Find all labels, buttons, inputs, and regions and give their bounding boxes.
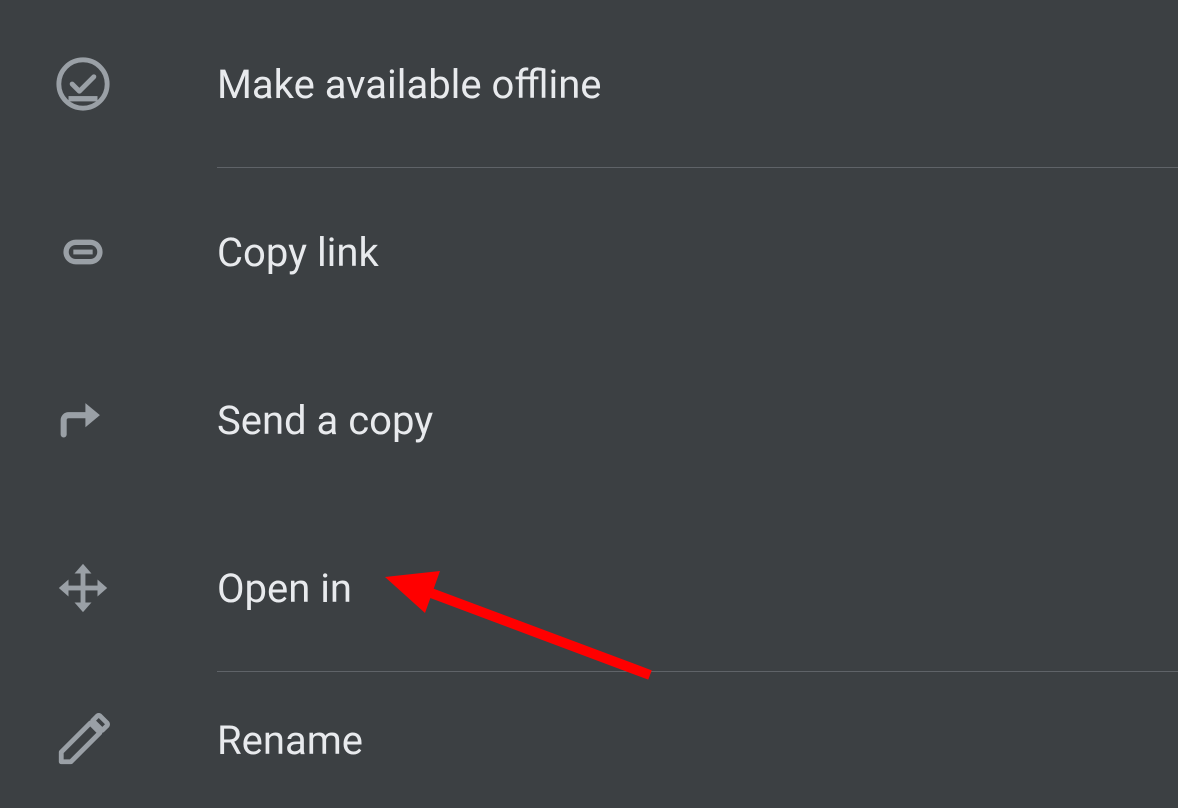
menu-item-label: Make available offline <box>217 61 602 108</box>
menu-item-label: Open in <box>217 565 352 612</box>
link-icon <box>0 223 165 281</box>
menu-item-label: Copy link <box>217 229 379 276</box>
menu-item-rename[interactable]: Rename <box>0 672 1178 808</box>
move-arrows-icon <box>0 559 165 617</box>
share-arrow-icon <box>0 391 165 449</box>
pencil-icon <box>0 711 165 769</box>
menu-item-make-available-offline[interactable]: Make available offline <box>0 0 1178 168</box>
menu-item-label: Rename <box>217 717 363 764</box>
menu-item-send-a-copy[interactable]: Send a copy <box>0 336 1178 504</box>
offline-check-icon <box>0 55 165 113</box>
menu-item-label: Send a copy <box>217 397 433 444</box>
menu-item-copy-link[interactable]: Copy link <box>0 168 1178 336</box>
menu-item-open-in[interactable]: Open in <box>0 504 1178 672</box>
context-menu: Make available offline Copy link Send a … <box>0 0 1178 808</box>
